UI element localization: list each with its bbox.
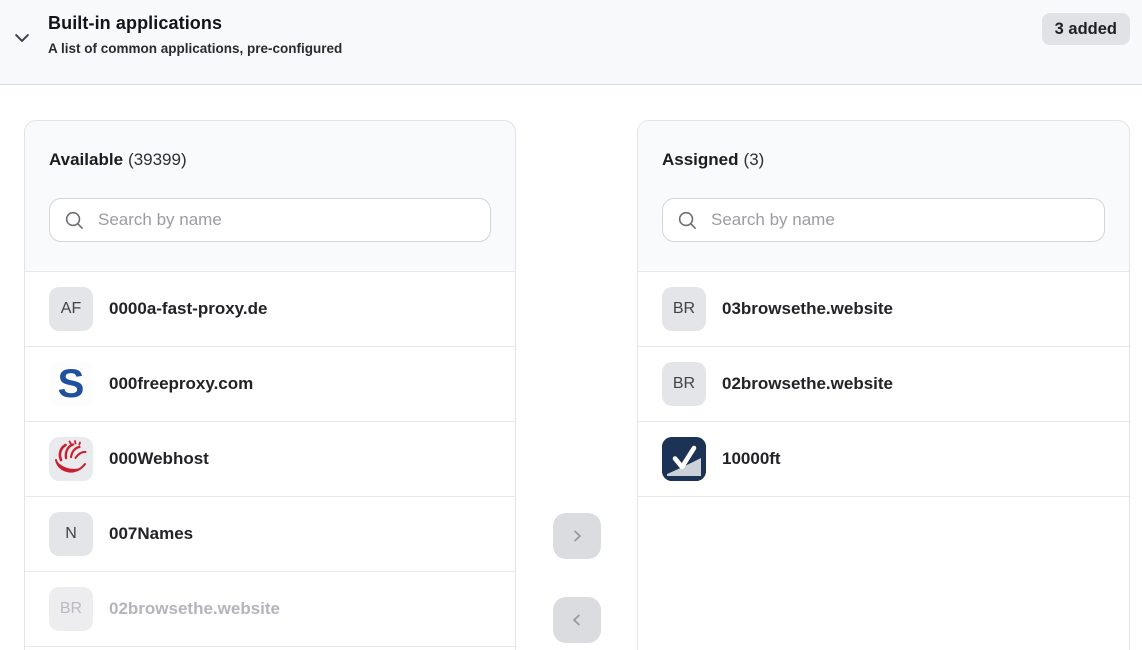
chevron-right-icon — [568, 527, 586, 545]
app-name: 02browsethe.website — [722, 374, 893, 394]
assigned-panel-header: Assigned (3) — [638, 121, 1129, 271]
list-item[interactable]: BR 02browsethe.website — [638, 347, 1129, 422]
section-title: Built-in applications — [48, 12, 342, 34]
section-header: Built-in applications A list of common a… — [0, 0, 1142, 85]
available-panel: Available (39399) AF 0000a-fast-proxy.de … — [24, 120, 516, 650]
available-app-list: AF 0000a-fast-proxy.de S 000freeproxy.co… — [25, 271, 515, 650]
assigned-title-label: Assigned — [662, 150, 739, 169]
list-item[interactable]: 10000ft — [638, 422, 1129, 497]
list-item[interactable]: 000Webhost — [25, 422, 515, 497]
collapse-section-button[interactable] — [8, 24, 36, 52]
available-search-input[interactable] — [96, 209, 476, 231]
app-initials-avatar: AF — [49, 287, 93, 331]
list-item[interactable]: BR 03browsethe.website — [638, 272, 1129, 347]
search-icon — [677, 210, 698, 231]
list-item-disabled: BR 02browsethe.website — [25, 572, 515, 647]
app-initials-avatar: BR — [662, 287, 706, 331]
freeproxy-logo-icon: S — [49, 362, 93, 406]
assigned-count: (3) — [744, 150, 765, 169]
app-name: 000freeproxy.com — [109, 374, 253, 394]
available-search-box — [49, 198, 491, 242]
list-item[interactable]: AF 0000a-fast-proxy.de — [25, 272, 515, 347]
app-initials-avatar: N — [49, 512, 93, 556]
move-to-assigned-button[interactable] — [553, 513, 601, 559]
chevron-down-icon — [12, 28, 32, 48]
app-initials-avatar: BR — [49, 587, 93, 631]
added-count-badge: 3 added — [1042, 13, 1130, 45]
available-count: (39399) — [128, 150, 187, 169]
available-panel-header: Available (39399) — [25, 121, 515, 271]
assigned-panel-title: Assigned (3) — [662, 148, 1105, 172]
move-to-available-button[interactable] — [553, 597, 601, 643]
available-title-label: Available — [49, 150, 123, 169]
assigned-search-input[interactable] — [709, 209, 1090, 231]
built-in-applications-section: Built-in applications A list of common a… — [0, 0, 1142, 650]
list-item[interactable]: S 000freeproxy.com — [25, 347, 515, 422]
app-initials-avatar: BR — [662, 362, 706, 406]
webhost-logo-icon — [49, 437, 93, 481]
assigned-panel: Assigned(3) BR 03browsethe.website BR 0 — [637, 120, 1130, 650]
app-name: 0000a-fast-proxy.de — [109, 299, 267, 319]
search-icon — [64, 210, 85, 231]
app-name: 007Names — [109, 524, 193, 544]
app-name: 10000ft — [722, 449, 781, 469]
section-header-text: Built-in applications A list of common a… — [48, 12, 342, 57]
available-panel-title: Available (39399) — [49, 148, 491, 172]
list-item[interactable]: N 007Names — [25, 497, 515, 572]
assigned-search-box — [662, 198, 1105, 242]
app-name: 02browsethe.website — [109, 599, 280, 619]
assigned-app-list: BR 03browsethe.website BR 02browsethe.we… — [638, 271, 1129, 650]
app-name: 03browsethe.website — [722, 299, 893, 319]
chevron-left-icon — [568, 611, 586, 629]
app-name: 000Webhost — [109, 449, 209, 469]
section-subtitle: A list of common applications, pre-confi… — [48, 41, 342, 57]
tenthousandft-logo-icon — [662, 437, 706, 481]
